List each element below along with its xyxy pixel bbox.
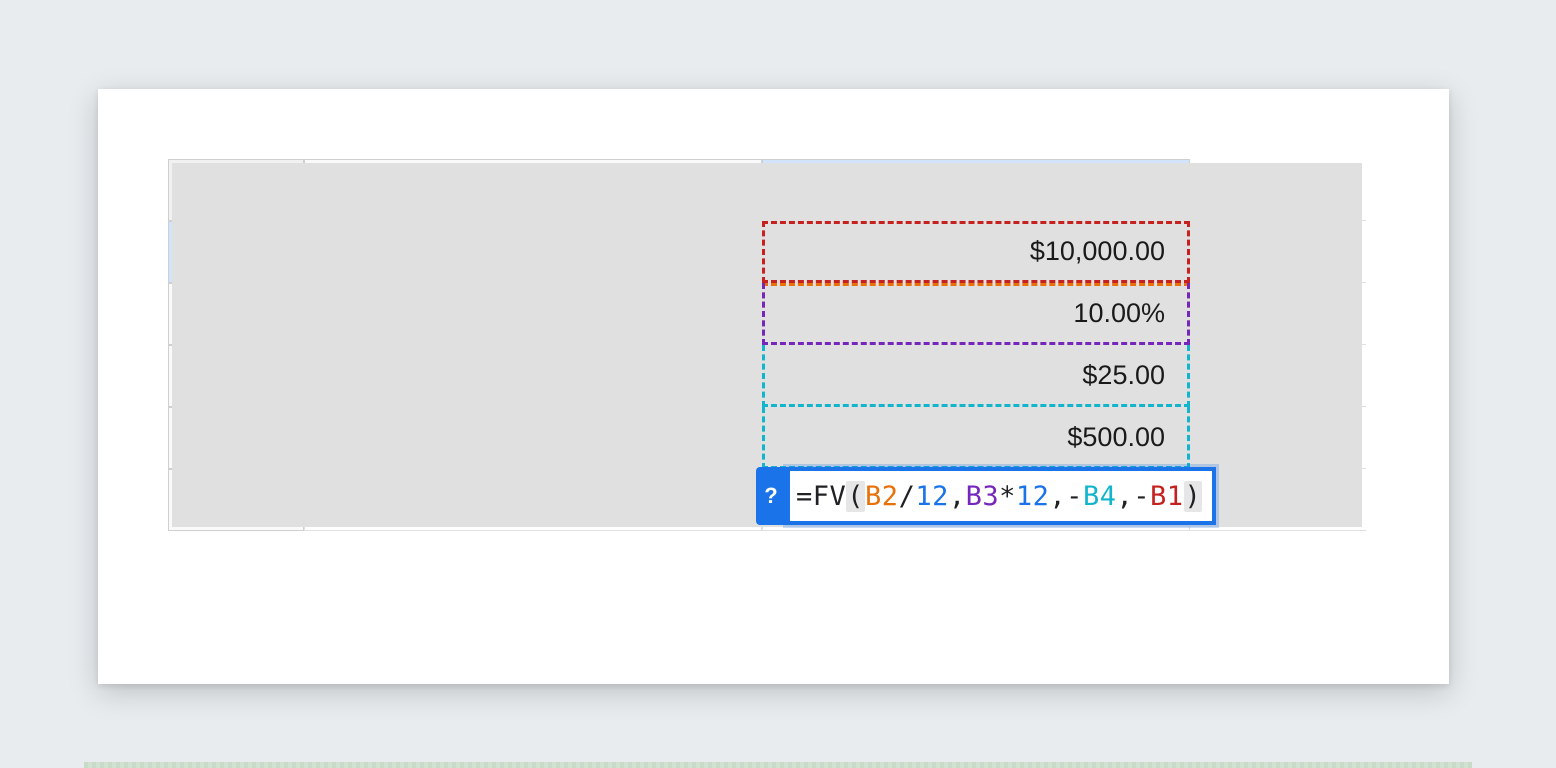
formula-editor[interactable]: ? =FV(B2/12,B3*12,-B4,-B1) [756,467,1216,525]
decorative-bottom-strip [84,762,1472,768]
formula-help-icon[interactable]: ? [756,467,786,525]
cell-B2[interactable]: 10.00% [762,283,1190,345]
spreadsheet-card: A B 1 Initial account value $10,000.00 2… [98,89,1449,684]
cell-B3[interactable]: $25.00 [762,345,1190,407]
formula-input[interactable]: =FV(B2/12,B3*12,-B4,-B1) [786,467,1216,525]
spreadsheet-grid: A B 1 Initial account value $10,000.00 2… [168,159,1366,531]
select-all-corner[interactable] [168,159,304,221]
cell-B1[interactable]: $10,000.00 [762,221,1190,283]
cell-B4[interactable]: $500.00 [762,407,1190,469]
